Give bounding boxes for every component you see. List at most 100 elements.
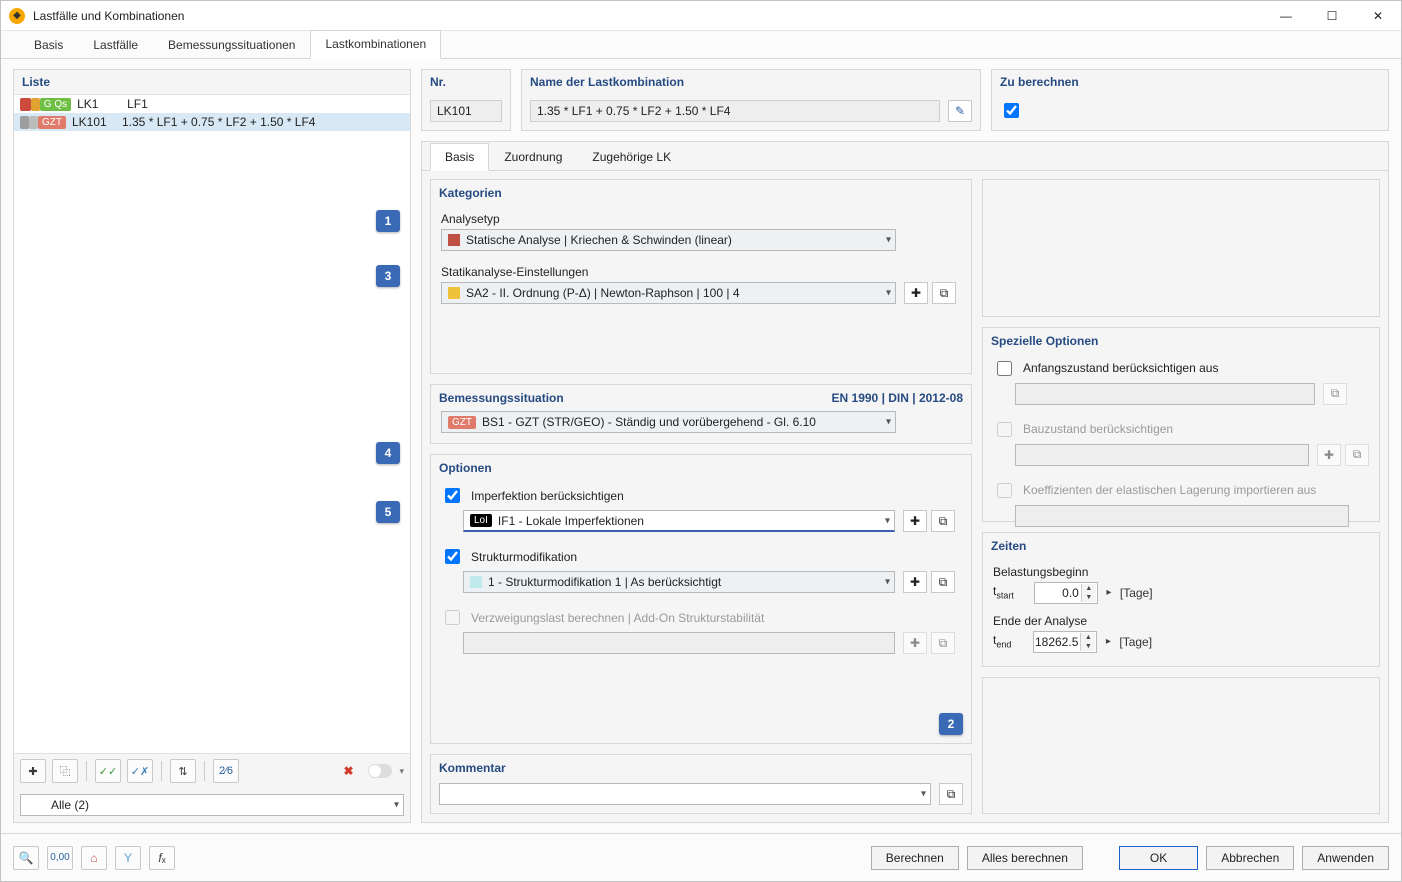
- toggle-caret[interactable]: ▾: [399, 766, 404, 777]
- delete-icon: ✖: [343, 764, 353, 778]
- anfangszustand-checkbox[interactable]: [997, 361, 1012, 376]
- tstart-step-button[interactable]: ▸: [1102, 582, 1116, 604]
- filter-combo[interactable]: Alle (2) ▾: [20, 794, 404, 816]
- chevron-down-icon: ▾: [394, 800, 399, 811]
- list-desc: 1.35 * LF1 + 0.75 * LF2 + 1.50 * LF4: [122, 115, 404, 129]
- nr-card: Nr. LK101: [421, 69, 511, 131]
- deselect-all-button[interactable]: ✓✗: [127, 759, 153, 783]
- tab-bemessungssituationen[interactable]: Bemessungssituationen: [153, 31, 310, 59]
- kommentar-header: Kommentar: [431, 755, 971, 777]
- berechnen-button[interactable]: Berechnen: [871, 846, 959, 870]
- imperfektion-combo[interactable]: LoI IF1 - Lokale Imperfektionen ▾: [463, 510, 895, 532]
- bemessung-combo[interactable]: GZT BS1 - GZT (STR/GEO) - Ständig und vo…: [441, 411, 896, 433]
- imperfektion-new-button[interactable]: ✚: [903, 510, 927, 532]
- verzweigung-combo: [463, 632, 895, 654]
- category-chip-icon: [29, 116, 38, 129]
- footer-tool-frame[interactable]: ⌂: [81, 846, 107, 870]
- bauzustand-label: Bauzustand berücksichtigen: [1023, 422, 1173, 436]
- subtab-zugehoerige-lk[interactable]: Zugehörige LK: [577, 143, 686, 171]
- spinner-up-icon[interactable]: ▲: [1080, 633, 1095, 642]
- separator: [204, 761, 205, 781]
- swap-icon: ⇅: [178, 765, 187, 778]
- toggle-icon: [368, 764, 392, 778]
- zeiten-group: Zeiten Belastungsbeginn tstart 0.0 ▲▼: [982, 532, 1380, 667]
- analysetyp-label: Analysetyp: [441, 212, 961, 226]
- subtab-zuordnung[interactable]: Zuordnung: [489, 143, 577, 171]
- tstart-input[interactable]: 0.0 ▲▼: [1034, 582, 1098, 604]
- tab-lastfaelle[interactable]: Lastfälle: [78, 31, 153, 59]
- struktur-new-button[interactable]: ✚: [903, 571, 927, 593]
- category-chip-icon: [20, 116, 29, 129]
- titlebar: ◆ Lastfälle und Kombinationen — ☐ ✕: [1, 1, 1401, 31]
- koeff-label: Koeffizienten der elastischen Lagerung i…: [1023, 483, 1316, 497]
- anfangszustand-edit-button: ⧉: [1323, 383, 1347, 405]
- kommentar-edit-button[interactable]: ⧉: [939, 783, 963, 805]
- list-row-lk101[interactable]: GZT LK101 1.35 * LF1 + 0.75 * LF2 + 1.50…: [14, 113, 410, 131]
- name-card: Name der Lastkombination 1.35 * LF1 + 0.…: [521, 69, 981, 131]
- optionen-group: Optionen Imperfektion berücksichtigen Lo…: [430, 454, 972, 744]
- new-item-button[interactable]: ✚: [20, 759, 46, 783]
- footer-tool-y[interactable]: Y: [115, 846, 141, 870]
- verzweigung-new-button: ✚: [903, 632, 927, 654]
- delete-button[interactable]: ✖: [335, 759, 361, 783]
- alles-berechnen-button[interactable]: Alles berechnen: [967, 846, 1083, 870]
- app-icon: ◆: [9, 8, 25, 24]
- statik-combo[interactable]: SA2 - II. Ordnung (P-Δ) | Newton-Raphson…: [441, 282, 896, 304]
- tend-step-button[interactable]: ▸: [1101, 631, 1115, 653]
- struktur-combo[interactable]: 1 - Strukturmodifikation 1 | As berücksi…: [463, 571, 895, 593]
- list-id: LK1: [77, 97, 121, 111]
- spezielle-header: Spezielle Optionen: [991, 334, 1098, 348]
- sort-button[interactable]: ⇅: [170, 759, 196, 783]
- new-icon: ✚: [911, 286, 921, 300]
- footer-tool-search[interactable]: 🔍: [13, 846, 39, 870]
- tend-value: 18262.5: [1035, 635, 1078, 649]
- tstart-value: 0.0: [1062, 586, 1079, 600]
- color-swatch-icon: [448, 287, 460, 299]
- list-row-lk1[interactable]: G Qs LK1 LF1: [14, 95, 410, 113]
- analysetyp-value: Statische Analyse | Kriechen & Schwinden…: [466, 233, 732, 247]
- tab-basis[interactable]: Basis: [19, 31, 78, 59]
- right-empty-top: [982, 179, 1380, 317]
- struktur-edit-button[interactable]: ⧉: [931, 571, 955, 593]
- statik-new-button[interactable]: ✚: [904, 282, 928, 304]
- uncheck-all-icon: ✓✗: [131, 765, 149, 778]
- structure-icon: ⌂: [90, 851, 97, 865]
- spinner-down-icon[interactable]: ▼: [1081, 593, 1096, 602]
- list-body[interactable]: G Qs LK1 LF1 GZT LK101 1.35 * LF1 + 0.75…: [14, 95, 410, 754]
- verzweigung-label: Verzweigungslast berechnen | Add-On Stru…: [471, 611, 764, 625]
- chevron-down-icon: ▾: [921, 789, 926, 800]
- abbrechen-button[interactable]: Abbrechen: [1206, 846, 1294, 870]
- subtab-basis[interactable]: Basis: [430, 143, 489, 171]
- list-desc: LF1: [127, 97, 404, 111]
- analysetyp-combo[interactable]: Statische Analyse | Kriechen & Schwinden…: [441, 229, 896, 251]
- imperfektion-edit-button[interactable]: ⧉: [931, 510, 955, 532]
- footer-tool-fx[interactable]: fₓ: [149, 846, 175, 870]
- imperfektion-checkbox[interactable]: [445, 488, 460, 503]
- bemessung-group: Bemessungssituation EN 1990 | DIN | 2012…: [430, 384, 972, 444]
- tab-lastkombinationen[interactable]: Lastkombinationen: [310, 30, 441, 59]
- list-header: Liste: [14, 70, 410, 95]
- zu-berechnen-checkbox[interactable]: [1004, 103, 1019, 118]
- window-min-button[interactable]: —: [1263, 1, 1309, 31]
- window-max-button[interactable]: ☐: [1309, 1, 1355, 31]
- struktur-checkbox[interactable]: [445, 549, 460, 564]
- toggle-button[interactable]: [367, 759, 393, 783]
- window-close-button[interactable]: ✕: [1355, 1, 1401, 31]
- select-all-button[interactable]: ✓✓: [95, 759, 121, 783]
- ok-button[interactable]: OK: [1119, 846, 1198, 870]
- renumber-button[interactable]: 2⁄6: [213, 759, 239, 783]
- new-icon: ✚: [910, 636, 920, 650]
- edit-name-button[interactable]: ✎: [948, 100, 972, 122]
- tend-input[interactable]: 18262.5 ▲▼: [1033, 631, 1097, 653]
- chevron-down-icon: ▾: [885, 515, 890, 526]
- footer-tool-units[interactable]: 0,00: [47, 846, 73, 870]
- koeff-combo: [1015, 505, 1349, 527]
- spinner-down-icon[interactable]: ▼: [1080, 642, 1095, 651]
- kommentar-combo[interactable]: ▾: [439, 783, 931, 805]
- ende-analyse-label: Ende der Analyse: [993, 614, 1369, 628]
- statik-edit-button[interactable]: ⧉: [932, 282, 956, 304]
- anwenden-button[interactable]: Anwenden: [1302, 846, 1389, 870]
- spinner-up-icon[interactable]: ▲: [1081, 584, 1096, 593]
- copy-item-button[interactable]: ⿻: [52, 759, 78, 783]
- struktur-label: Strukturmodifikation: [471, 550, 577, 564]
